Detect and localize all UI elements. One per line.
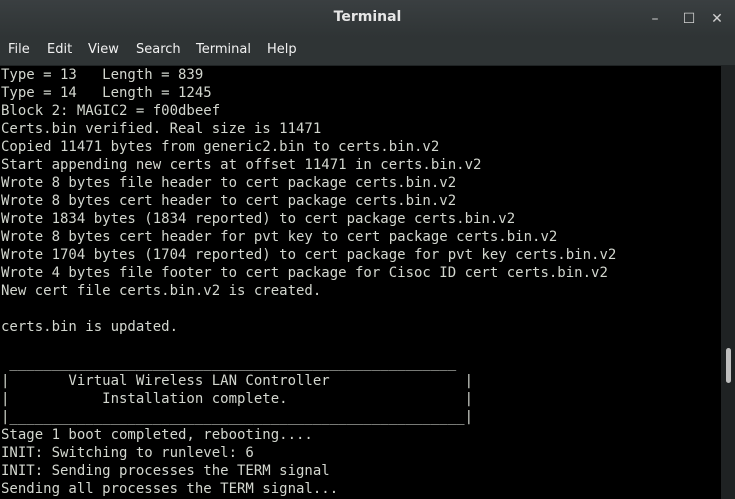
terminal-line: | Installation complete. | bbox=[1, 391, 474, 407]
terminal-line: Wrote 8 bytes file header to cert packag… bbox=[1, 175, 457, 191]
terminal-line: INIT: Sending processes the TERM signal bbox=[1, 463, 330, 479]
terminal-line: |_______________________________________… bbox=[1, 409, 474, 425]
terminal-line: Type = 13 Length = 839 bbox=[1, 67, 204, 83]
scrollbar-thumb[interactable] bbox=[726, 348, 731, 383]
menu-search[interactable]: Search bbox=[136, 42, 181, 57]
terminal-line: ________________________________________… bbox=[1, 355, 457, 371]
title-bar[interactable]: Terminal – ☐ ✕ bbox=[0, 0, 735, 37]
window-title: Terminal bbox=[333, 9, 402, 25]
vertical-scrollbar[interactable] bbox=[721, 66, 735, 499]
close-icon[interactable]: ✕ bbox=[707, 9, 727, 29]
menu-edit[interactable]: Edit bbox=[47, 42, 72, 57]
maximize-icon[interactable]: ☐ bbox=[679, 9, 699, 29]
terminal-line: INIT: Switching to runlevel: 6 bbox=[1, 445, 254, 461]
terminal-line: Copied 11471 bytes from generic2.bin to … bbox=[1, 139, 440, 155]
terminal-line: Wrote 8 bytes cert header for pvt key to… bbox=[1, 229, 558, 245]
terminal-output[interactable]: Type = 13 Length = 839 Type = 14 Length … bbox=[0, 66, 721, 499]
menu-file[interactable]: File bbox=[8, 42, 30, 57]
terminal-line: Block 2: MAGIC2 = f00dbeef bbox=[1, 103, 221, 119]
menu-terminal[interactable]: Terminal bbox=[196, 42, 251, 57]
terminal-line: Start appending new certs at offset 1147… bbox=[1, 157, 482, 173]
menu-bar: File Edit View Search Terminal Help bbox=[0, 37, 735, 66]
terminal-line: Wrote 1704 bytes (1704 reported) to cert… bbox=[1, 247, 617, 263]
minimize-icon[interactable]: – bbox=[645, 9, 665, 29]
terminal-line: New cert file certs.bin.v2 is created. bbox=[1, 283, 322, 299]
terminal-line: Type = 14 Length = 1245 bbox=[1, 85, 212, 101]
terminal-line: Wrote 8 bytes cert header to cert packag… bbox=[1, 193, 457, 209]
terminal-line: | Virtual Wireless LAN Controller | bbox=[1, 373, 474, 389]
terminal-line: Stage 1 boot completed, rebooting.... bbox=[1, 427, 313, 443]
terminal-line: Certs.bin verified. Real size is 11471 bbox=[1, 121, 322, 137]
terminal-line: Wrote 1834 bytes (1834 reported) to cert… bbox=[1, 211, 516, 227]
terminal-window: Terminal – ☐ ✕ File Edit View Search Ter… bbox=[0, 0, 735, 499]
terminal-line: Sending all processes the TERM signal... bbox=[1, 481, 339, 497]
terminal-line: Wrote 4 bytes file footer to cert packag… bbox=[1, 265, 608, 281]
menu-help[interactable]: Help bbox=[267, 42, 297, 57]
menu-view[interactable]: View bbox=[88, 42, 119, 57]
terminal-line: certs.bin is updated. bbox=[1, 319, 179, 335]
